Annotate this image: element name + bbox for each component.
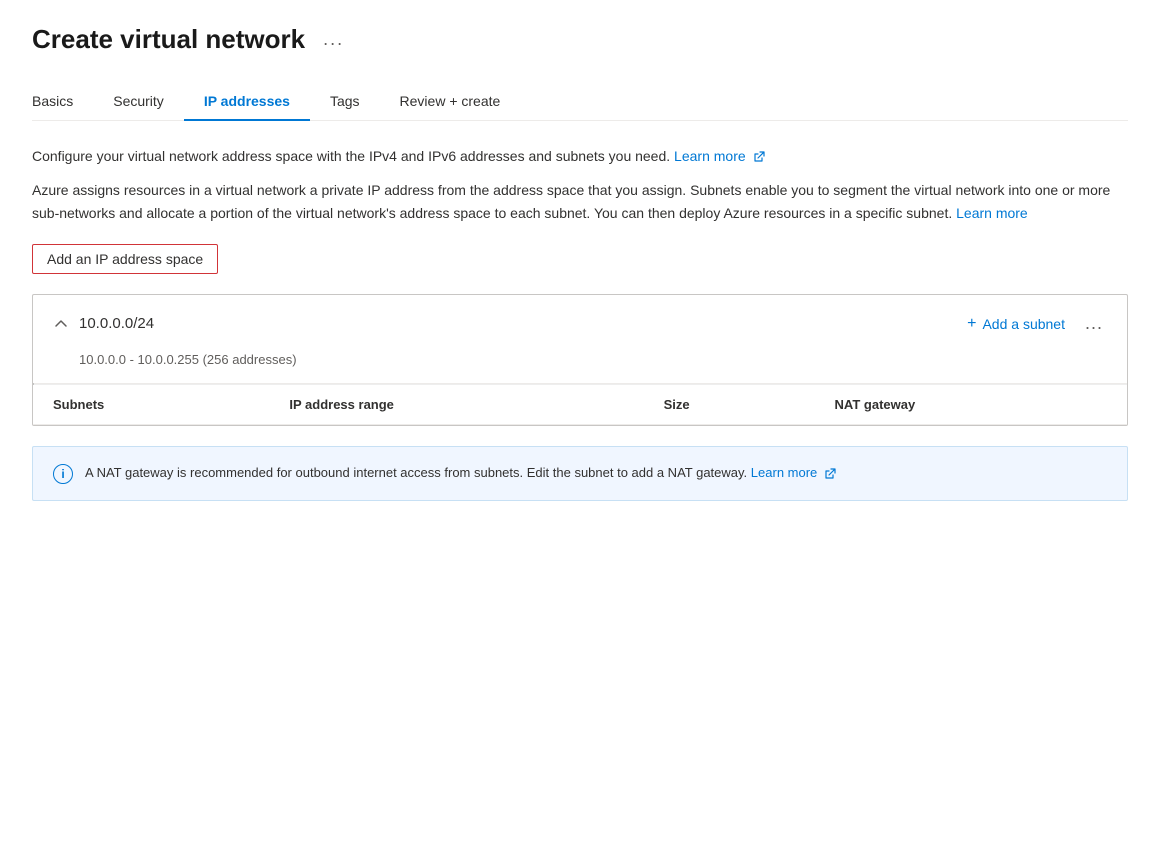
col-size: Size — [644, 385, 815, 425]
tab-review-create[interactable]: Review + create — [380, 83, 521, 121]
nat-info-banner: i A NAT gateway is recommended for outbo… — [32, 446, 1128, 501]
learn-more-link-1[interactable]: Learn more — [674, 148, 764, 164]
tab-tags[interactable]: Tags — [310, 83, 380, 121]
nat-learn-more-link[interactable]: Learn more — [751, 465, 836, 480]
info-icon: i — [53, 464, 73, 484]
page-options-button[interactable]: ... — [317, 27, 350, 52]
tab-navigation: Basics Security IP addresses Tags Review… — [32, 83, 1128, 121]
description-section: Configure your virtual network address s… — [32, 145, 1128, 224]
ip-space-header: 10.0.0.0/24 + Add a subnet ... — [33, 295, 1127, 352]
add-subnet-button[interactable]: + Add a subnet — [967, 315, 1065, 333]
description-line2: Azure assigns resources in a virtual net… — [32, 179, 1128, 224]
chevron-up-icon[interactable] — [53, 316, 69, 332]
page-title: Create virtual network — [32, 24, 305, 55]
tab-ip-addresses[interactable]: IP addresses — [184, 83, 310, 121]
tab-basics[interactable]: Basics — [32, 83, 93, 121]
external-link-icon-1 — [753, 151, 765, 163]
ip-space-more-options-button[interactable]: ... — [1081, 311, 1107, 336]
col-nat-gateway: NAT gateway — [815, 385, 1127, 425]
plus-icon: + — [967, 315, 976, 333]
ip-space-container: 10.0.0.0/24 + Add a subnet ... 10.0.0.0 … — [32, 294, 1128, 426]
page-title-row: Create virtual network ... — [32, 24, 1128, 55]
ip-space-right: + Add a subnet ... — [967, 311, 1107, 336]
col-subnets: Subnets — [33, 385, 269, 425]
subnet-table: Subnets IP address range Size NAT gatewa… — [33, 385, 1127, 425]
external-link-icon-nat — [824, 468, 836, 480]
description-line1: Configure your virtual network address s… — [32, 145, 1128, 167]
ip-space-left: 10.0.0.0/24 — [53, 315, 154, 332]
add-ip-address-space-button[interactable]: Add an IP address space — [32, 244, 218, 274]
nat-banner-text: A NAT gateway is recommended for outboun… — [85, 463, 836, 484]
ip-address-cidr: 10.0.0.0/24 — [79, 315, 154, 332]
learn-more-link-2[interactable]: Learn more — [956, 205, 1028, 221]
ip-range-description: 10.0.0.0 - 10.0.0.255 (256 addresses) — [33, 352, 1127, 383]
tab-security[interactable]: Security — [93, 83, 184, 121]
col-ip-range: IP address range — [269, 385, 643, 425]
